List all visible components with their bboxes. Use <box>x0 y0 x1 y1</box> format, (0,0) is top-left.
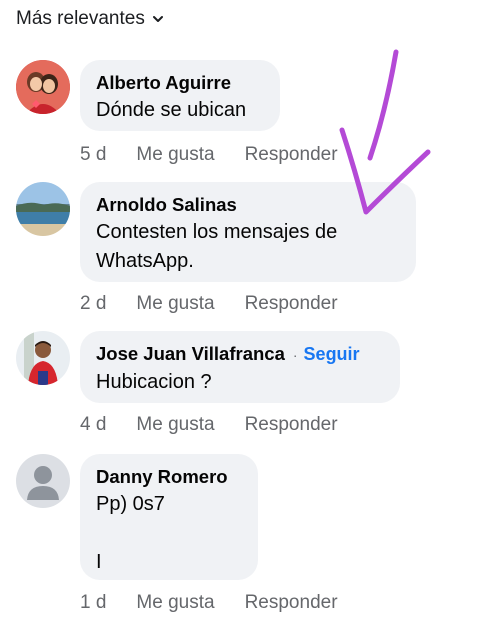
comment-author[interactable]: Arnoldo Salinas <box>96 192 400 218</box>
like-button[interactable]: Me gusta <box>136 144 214 166</box>
comment-bubble: Alberto Aguirre Dónde se ubican <box>80 60 280 131</box>
sort-label: Más relevantes <box>16 8 145 29</box>
comment-text: Contesten los mensajes de WhatsApp. <box>96 221 338 272</box>
separator-dot: · <box>292 347 298 363</box>
comments-panel: Más relevantes Alberto Aguirre Dónde se … <box>0 0 494 622</box>
comment-bubble: Arnoldo Salinas Contesten los mensajes d… <box>80 182 416 282</box>
sort-dropdown[interactable]: Más relevantes <box>16 8 163 30</box>
avatar-photo-couple-icon <box>16 60 70 114</box>
comment-author-row: Jose Juan Villafranca · Seguir <box>96 341 384 368</box>
like-button[interactable]: Me gusta <box>136 293 214 315</box>
avatar[interactable] <box>16 60 70 114</box>
comment-time[interactable]: 1 d <box>80 592 106 614</box>
reply-button[interactable]: Responder <box>245 592 338 614</box>
comment-actions: 1 d Me gusta Responder <box>80 592 338 614</box>
comment-text: Pp) 0s7 I <box>96 493 165 573</box>
follow-button[interactable]: Seguir <box>304 344 360 364</box>
chevron-down-icon <box>152 16 163 22</box>
like-button[interactable]: Me gusta <box>136 414 214 436</box>
avatar[interactable] <box>16 454 70 508</box>
reply-button[interactable]: Responder <box>245 414 338 436</box>
comment-actions: 5 d Me gusta Responder <box>80 144 338 166</box>
comment-time[interactable]: 5 d <box>80 144 106 166</box>
comment-bubble: Danny Romero Pp) 0s7 I <box>80 454 258 580</box>
comment-text: Dónde se ubican <box>96 99 247 121</box>
like-button[interactable]: Me gusta <box>136 592 214 614</box>
avatar-photo-beach-icon <box>16 182 70 236</box>
reply-button[interactable]: Responder <box>245 293 338 315</box>
comment-time[interactable]: 2 d <box>80 293 106 315</box>
comment-actions: 2 d Me gusta Responder <box>80 293 338 315</box>
avatar-photo-man-icon <box>16 331 70 385</box>
comment-actions: 4 d Me gusta Responder <box>80 414 338 436</box>
comment-bubble: Jose Juan Villafranca · Seguir Hubicacion … <box>80 331 400 403</box>
comment-author[interactable]: Jose Juan Villafranca <box>96 343 285 364</box>
avatar[interactable] <box>16 182 70 236</box>
comment-text: Hubicacion ? <box>96 371 212 393</box>
reply-button[interactable]: Responder <box>245 144 338 166</box>
default-avatar-icon <box>16 454 70 508</box>
comment-author[interactable]: Danny Romero <box>96 464 242 490</box>
comment-author[interactable]: Alberto Aguirre <box>96 70 264 96</box>
comment-time[interactable]: 4 d <box>80 414 106 436</box>
avatar[interactable] <box>16 331 70 385</box>
